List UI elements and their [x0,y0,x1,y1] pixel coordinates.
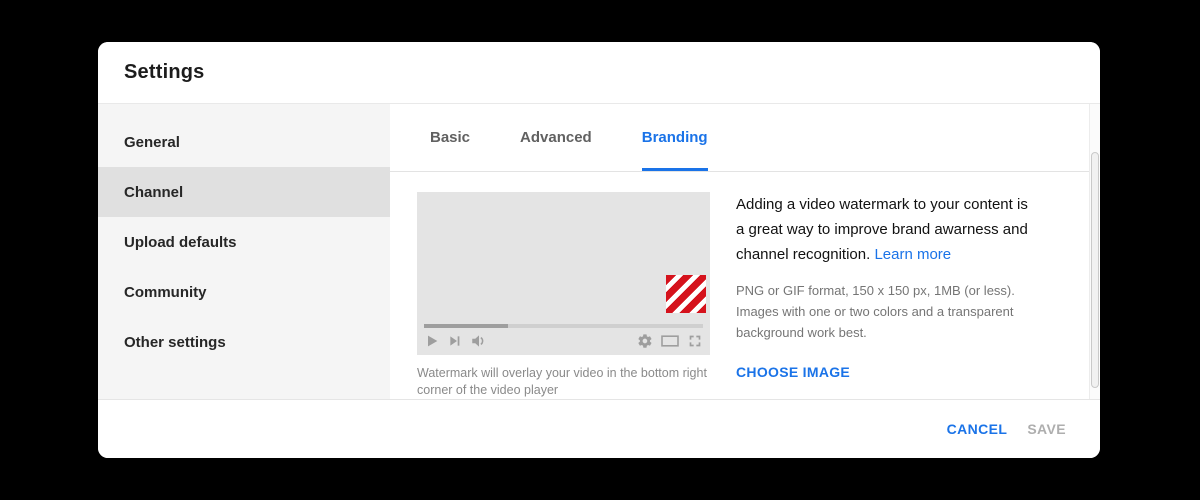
player-progress-played [424,324,508,328]
scrollbar[interactable] [1089,104,1100,399]
sidebar-item-community[interactable]: Community [98,267,390,317]
learn-more-link[interactable]: Learn more [874,246,951,263]
tab-basic[interactable]: Basic [430,104,470,171]
settings-sidebar: General Channel Upload defaults Communit… [98,104,390,399]
settings-dialog: Settings General Channel Upload defaults… [98,42,1100,458]
sidebar-item-general[interactable]: General [98,117,390,167]
watermark-caption: Watermark will overlay your video in the… [417,366,707,397]
watermark-preview [666,275,706,313]
choose-image-button[interactable]: CHOOSE IMAGE [736,364,850,380]
fullscreen-icon [687,333,703,349]
sidebar-item-upload-defaults[interactable]: Upload defaults [98,217,390,267]
channel-settings-pane: Basic Advanced Branding Watermark will o… [390,104,1100,399]
save-button[interactable]: SAVE [1017,413,1076,445]
volume-icon [470,332,488,350]
cancel-button[interactable]: CANCEL [937,413,1018,445]
player-controls-right [637,333,703,349]
play-icon [424,333,440,349]
next-icon [447,333,463,349]
scrollbar-thumb[interactable] [1091,152,1099,388]
tab-branding[interactable]: Branding [641,104,708,171]
tab-bar: Basic Advanced Branding [390,104,1100,172]
branding-content: Watermark will overlay your video in the… [390,172,1100,399]
player-controls-left [424,332,488,350]
player-progress-bar [424,324,703,328]
watermark-preview-column: Watermark will overlay your video in the… [417,192,710,399]
theater-mode-icon [660,333,680,349]
sidebar-item-other-settings[interactable]: Other settings [98,317,390,367]
dialog-header: Settings [98,42,1100,104]
page-title: Settings [124,61,205,83]
dialog-footer: CANCEL SAVE [98,399,1100,458]
dialog-body: General Channel Upload defaults Communit… [98,104,1100,399]
tab-advanced[interactable]: Advanced [520,104,592,171]
settings-gear-icon [637,333,653,349]
watermark-description: Adding a video watermark to your content… [736,192,1036,267]
watermark-info-column: Adding a video watermark to your content… [736,192,1036,399]
video-player-preview [417,192,710,355]
format-hint: PNG or GIF format, 150 x 150 px, 1MB (or… [736,283,1015,340]
player-controls [424,332,703,350]
sidebar-item-channel[interactable]: Channel [98,167,390,217]
